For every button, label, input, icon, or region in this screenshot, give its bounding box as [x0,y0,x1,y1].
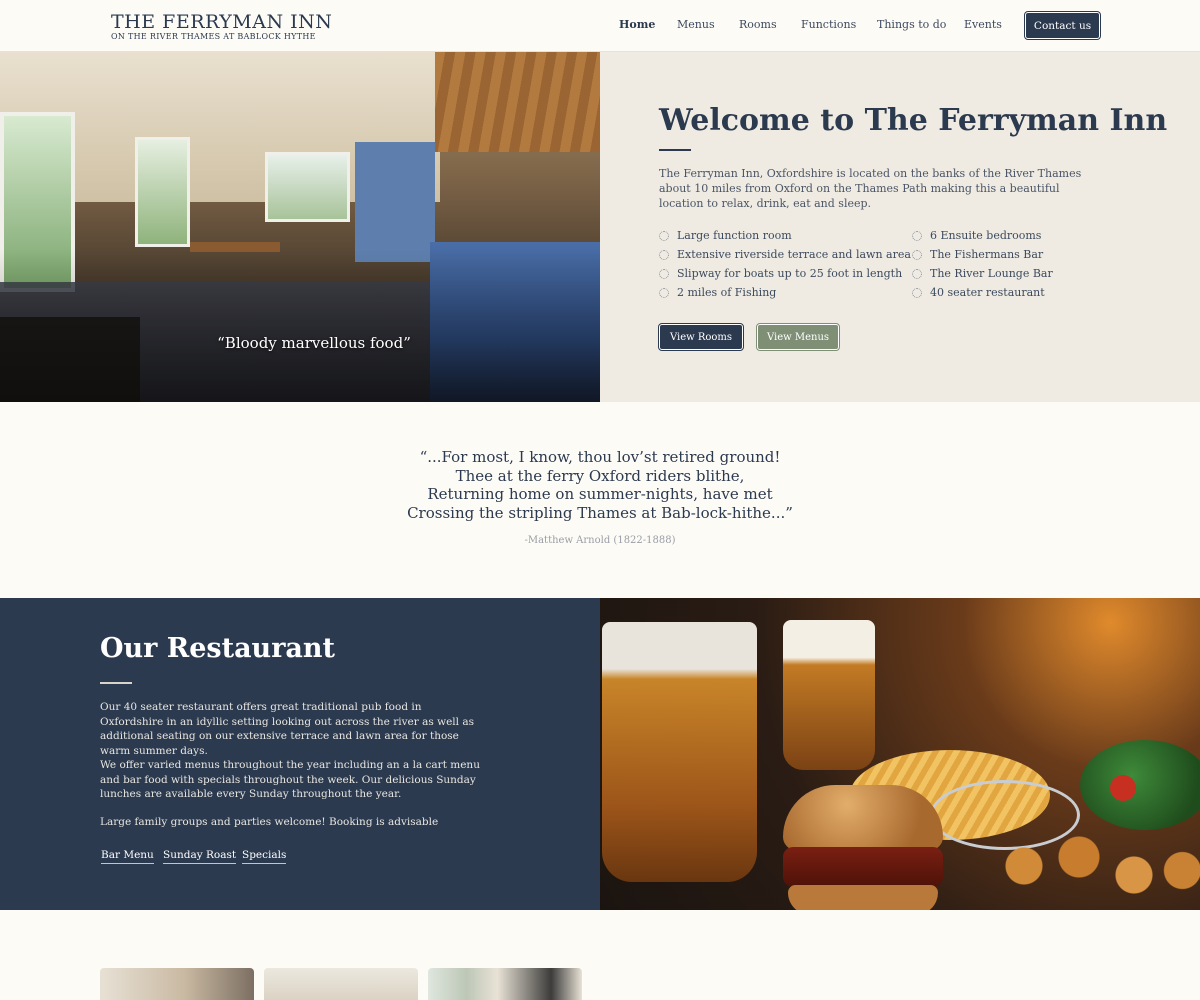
image-salad [1080,740,1200,830]
logo-title[interactable]: THE FERRYMAN INN [111,12,332,32]
restaurant-food-image [600,590,1200,918]
feature-item: Slipway for boats up to 25 foot in lengt… [659,267,902,280]
lifebuoy-icon [912,249,922,260]
feature-item: 2 miles of Fishing [659,286,776,299]
feature-label: Extensive riverside terrace and lawn are… [677,248,911,261]
room-thumbnail[interactable] [264,968,418,1000]
logo[interactable]: THE FERRYMAN INN ON THE RIVER THAMES AT … [111,12,332,41]
image-filling [783,847,943,887]
torn-paper-edge [0,910,1200,924]
image-beer-glass [602,622,757,882]
feature-label: The River Lounge Bar [930,267,1053,280]
image-tomato [1110,775,1136,801]
feature-label: The Fishermans Bar [930,248,1044,261]
welcome-title: Welcome to The Ferryman Inn [659,103,1168,138]
feature-label: 6 Ensuite bedrooms [930,229,1042,242]
welcome-intro: The Ferryman Inn, Oxfordshire is located… [659,167,1082,210]
feature-label: Slipway for boats up to 25 foot in lengt… [677,267,903,280]
lifebuoy-icon [659,268,669,279]
quote-line: “...For most, I know, thou lov’st retire… [419,448,781,466]
image-bun [783,785,943,850]
torn-paper-edge [0,584,1200,598]
feature-label: 2 miles of Fishing [677,286,777,299]
feature-item: 6 Ensuite bedrooms [912,229,1041,242]
feature-item: The Fishermans Bar [912,248,1043,261]
view-menus-button[interactable]: View Menus [756,323,840,351]
lifebuoy-icon [912,268,922,279]
lifebuoy-icon [912,230,922,241]
nav-home[interactable]: Home [619,18,655,31]
room-thumbnail[interactable] [100,968,254,1000]
restaurant-title: Our Restaurant [100,633,336,664]
site-header: THE FERRYMAN INN ON THE RIVER THAMES AT … [0,0,1200,52]
sunday-roast-link[interactable]: Sunday Roast [163,849,237,864]
poem-quote: “...For most, I know, thou lov’st retire… [0,448,1200,522]
lifebuoy-icon [659,287,669,298]
image-beer-glass [783,620,875,770]
bar-menu-link[interactable]: Bar Menu [101,849,154,864]
image-fried-balls [980,830,1200,918]
lifebuoy-icon [912,287,922,298]
quote-line: Thee at the ferry Oxford riders blithe, [455,466,745,485]
quote-author: -Matthew Arnold (1822-1888) [524,535,676,546]
restaurant-paragraph: We offer varied menus throughout the yea… [100,759,480,800]
lifebuoy-icon [659,249,669,260]
hero-slider-image[interactable]: “Bloody marvellous food” [0,52,600,410]
nav-functions[interactable]: Functions [801,18,856,31]
quote-line: Returning home on summer-nights, have me… [427,485,773,503]
nav-rooms[interactable]: Rooms [739,18,777,31]
nav-events[interactable]: Events [964,18,1002,31]
feature-item: The River Lounge Bar [912,267,1053,280]
image-shade [0,52,600,410]
nav-menus[interactable]: Menus [677,18,715,31]
restaurant-paragraph: Large family groups and parties welcome!… [100,816,439,828]
welcome-panel: Welcome to The Ferryman Inn The Ferryman… [600,52,1200,410]
quote-line: Crossing the stripling Thames at Bab-loc… [407,503,793,522]
title-divider [659,149,691,151]
feature-label: Large function room [677,229,792,242]
specials-link[interactable]: Specials [242,849,287,864]
image-burger [783,785,943,915]
feature-item: Large function room [659,229,792,242]
restaurant-paragraph: Our 40 seater restaurant offers great tr… [100,701,474,757]
nav-things-to-do[interactable]: Things to do [877,18,946,31]
room-thumbnail[interactable] [428,968,582,1000]
torn-paper-edge [0,402,1200,416]
contact-us-button[interactable]: Contact us [1024,11,1101,40]
view-rooms-button[interactable]: View Rooms [658,323,744,351]
logo-subtitle[interactable]: ON THE RIVER THAMES AT BABLOCK HYTHE [111,32,332,41]
feature-label: 40 seater restaurant [930,286,1045,299]
feature-item: 40 seater restaurant [912,286,1045,299]
restaurant-panel: Our Restaurant Our 40 seater restaurant … [0,590,600,918]
lifebuoy-icon [659,230,669,241]
feature-item: Extensive riverside terrace and lawn are… [659,248,911,261]
slider-caption: “Bloody marvellous food” [217,334,411,352]
title-divider [100,682,132,684]
